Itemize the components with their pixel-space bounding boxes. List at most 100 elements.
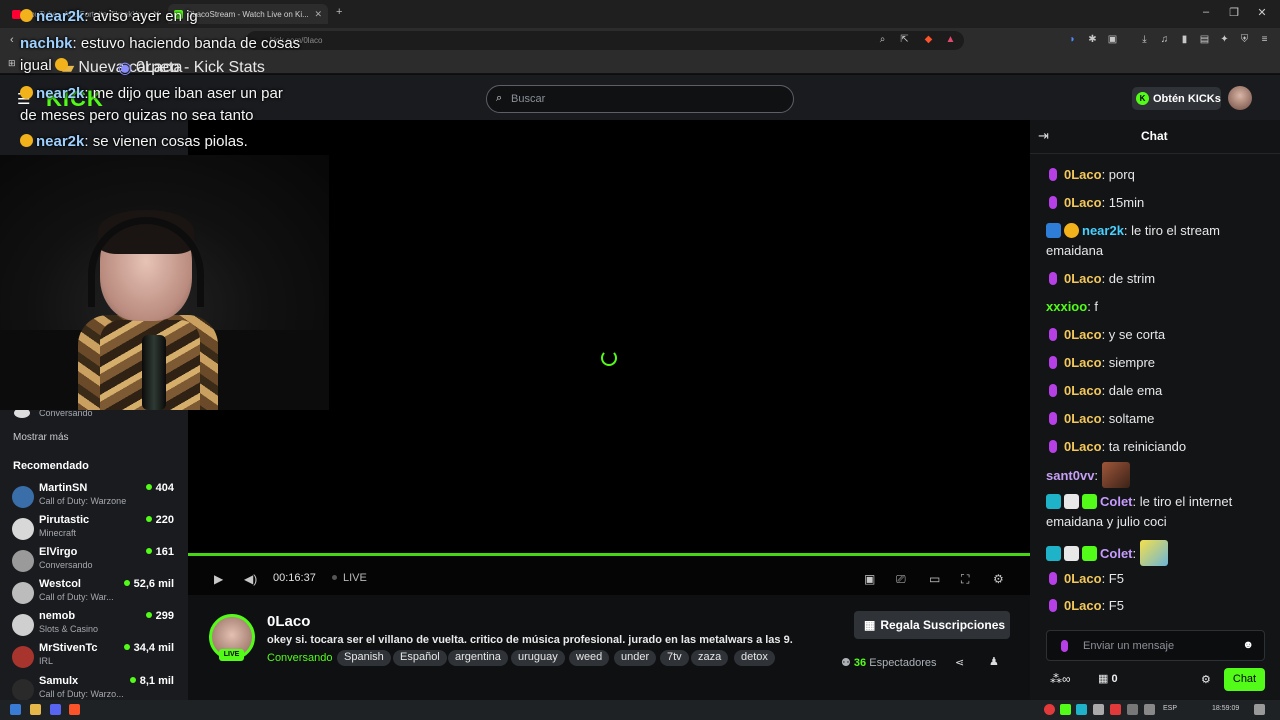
play-icon[interactable]: ▶ [214, 572, 223, 586]
channel-avatar [12, 518, 34, 540]
apps-icon[interactable]: ⊞ [8, 58, 16, 69]
gift-badge-icon [1082, 494, 1097, 509]
vpn-icon[interactable]: ⛨ [1238, 33, 1251, 46]
recommended-channel[interactable]: Pirutastic Minecraft 220 [12, 514, 178, 546]
stream-tag[interactable]: zaza [691, 650, 729, 666]
mic-badge-icon [1049, 168, 1057, 181]
channel-avatar [12, 550, 34, 572]
gift-box-icon: ▦ [1098, 673, 1112, 685]
recommended-channel[interactable]: MrStivenTc IRL 34,4 mil [12, 642, 178, 674]
viewer-count: 34,4 mil [124, 642, 174, 654]
chat-settings-icon[interactable]: ⚙ [1201, 673, 1211, 686]
mini-player-icon[interactable]: ▣ [864, 572, 875, 586]
wallet2-icon[interactable]: ▤ [1198, 33, 1211, 46]
gift-subs-button[interactable]: ▦ Regala Suscripciones [854, 611, 1010, 639]
minimize-icon[interactable]: – [1192, 6, 1220, 18]
channel-name: Samulx [39, 675, 79, 687]
channel-category: Call of Duty: Warzone [39, 496, 127, 506]
tray-icon[interactable] [1076, 704, 1087, 715]
download-icon[interactable]: ⤓ [1138, 33, 1151, 46]
badge-icon [20, 134, 33, 147]
chat-message: 0Laco: dale ema [1046, 381, 1268, 401]
points-icon[interactable]: ⁂∞ [1050, 672, 1071, 686]
tray-icon[interactable] [1093, 704, 1104, 715]
recommended-channel[interactable]: ElVirgo Conversando 161 [12, 546, 178, 578]
language-indicator[interactable]: ESP [1163, 705, 1177, 712]
menu-icon[interactable]: ≡ [1258, 33, 1271, 46]
stream-tag[interactable]: weed [569, 650, 610, 666]
stream-tag[interactable]: under [614, 650, 657, 666]
theater-mode-icon[interactable]: ▭ [929, 572, 940, 586]
wifi-icon[interactable] [1144, 704, 1155, 715]
gifter-badge-icon [1064, 494, 1079, 509]
user-avatar[interactable] [1228, 86, 1252, 110]
brave-shield-icon[interactable]: ◆ [922, 33, 935, 46]
recommended-channel[interactable]: nemob Slots & Casino 299 [12, 610, 178, 642]
tray-icon[interactable] [1060, 704, 1071, 715]
webcam-overlay [0, 155, 329, 410]
leo-icon[interactable]: ✦ [1218, 33, 1231, 46]
clip-icon[interactable]: ⎚ [896, 572, 906, 587]
stream-tag[interactable]: 7tv [660, 650, 689, 666]
overlay-chat-line: nachbk: estuvo haciendo banda de cosas [20, 35, 301, 52]
restore-icon[interactable]: ❐ [1220, 6, 1248, 19]
extension-icon[interactable]: ◗ [1066, 33, 1079, 46]
zoom-icon[interactable]: ⌕ [876, 33, 889, 46]
emoji-icon[interactable]: ☻ [1242, 639, 1254, 651]
music-icon[interactable]: ♫ [1158, 33, 1171, 46]
chat-send-button[interactable]: Chat [1224, 668, 1265, 691]
recommended-channel[interactable]: MartinSN Call of Duty: Warzone 404 [12, 482, 178, 514]
tray-icon[interactable] [1127, 704, 1138, 715]
stream-tag[interactable]: Español [393, 650, 447, 666]
recommended-channel[interactable]: Westcol Call of Duty: War... 52,6 mil [12, 578, 178, 610]
follow-icon[interactable]: ♟ [989, 655, 999, 668]
wallet-icon[interactable]: ▣ [1106, 33, 1119, 46]
close-tab-icon[interactable]: ✕ [314, 9, 322, 20]
brave-icon[interactable] [69, 704, 80, 715]
recommended-heading: Recomendado [13, 460, 89, 472]
back-icon[interactable]: ‹ [10, 34, 14, 46]
collapse-chat-icon[interactable]: ⇥ [1038, 128, 1049, 144]
chat-message: 0Laco: soltame [1046, 409, 1268, 429]
chat-message-input[interactable]: Enviar un mensaje ☻ [1046, 630, 1265, 661]
get-kicks-button[interactable]: K Obtén KICKs [1132, 87, 1221, 110]
notifications-icon[interactable] [1254, 704, 1265, 715]
clock: 18:59:09 [1212, 705, 1240, 712]
new-tab-button[interactable]: + [336, 6, 342, 18]
settings-gear-icon[interactable]: ⚙ [993, 572, 1004, 586]
mic-badge-icon [1049, 412, 1057, 425]
emote-image [1139, 540, 1168, 566]
channel-category: Call of Duty: War... [39, 592, 114, 602]
tray-icon[interactable] [1044, 704, 1055, 715]
mic-badge-icon [1049, 196, 1057, 209]
brave-rewards-icon[interactable]: ▲ [944, 33, 957, 46]
stream-tag[interactable]: argentina [448, 650, 508, 666]
discord-icon[interactable] [50, 704, 61, 715]
channel-name[interactable]: 0Laco [267, 613, 310, 630]
stream-tag[interactable]: detox [734, 650, 775, 666]
live-indicator: LIVE [332, 572, 367, 584]
stream-category[interactable]: Conversando [267, 652, 332, 664]
tray-icon[interactable] [1110, 704, 1121, 715]
show-more-link[interactable]: Mostrar más [13, 432, 69, 443]
overlay-chat-line: de meses pero quizas no sea tanto [20, 107, 254, 124]
fullscreen-icon[interactable]: ⛶ [961, 572, 969, 587]
close-window-icon[interactable]: ✕ [1248, 6, 1276, 19]
search-input[interactable]: ⌕ Buscar [486, 85, 794, 113]
share-icon[interactable]: ⋖ [955, 656, 964, 669]
share-icon[interactable]: ⇱ [898, 33, 911, 46]
start-icon[interactable] [10, 704, 21, 715]
sidebar-icon[interactable]: ▮ [1178, 33, 1191, 46]
chat-message: 0Laco: 15min [1046, 193, 1268, 213]
explorer-icon[interactable] [30, 704, 41, 715]
mic-badge-icon [1049, 356, 1057, 369]
puzzle-icon[interactable]: ✱ [1086, 33, 1099, 46]
volume-icon[interactable]: ◀) [244, 572, 257, 586]
chat-message: 0Laco: F5 [1046, 596, 1268, 616]
channel-category: Minecraft [39, 528, 77, 538]
url-bar[interactable]: kick.com/0laco [246, 31, 964, 50]
kicks-balance[interactable]: ▦ 0 [1098, 672, 1118, 685]
stream-tag[interactable]: Spanish [337, 650, 391, 666]
stream-tag[interactable]: uruguay [511, 650, 565, 666]
channel-avatar [12, 614, 34, 636]
